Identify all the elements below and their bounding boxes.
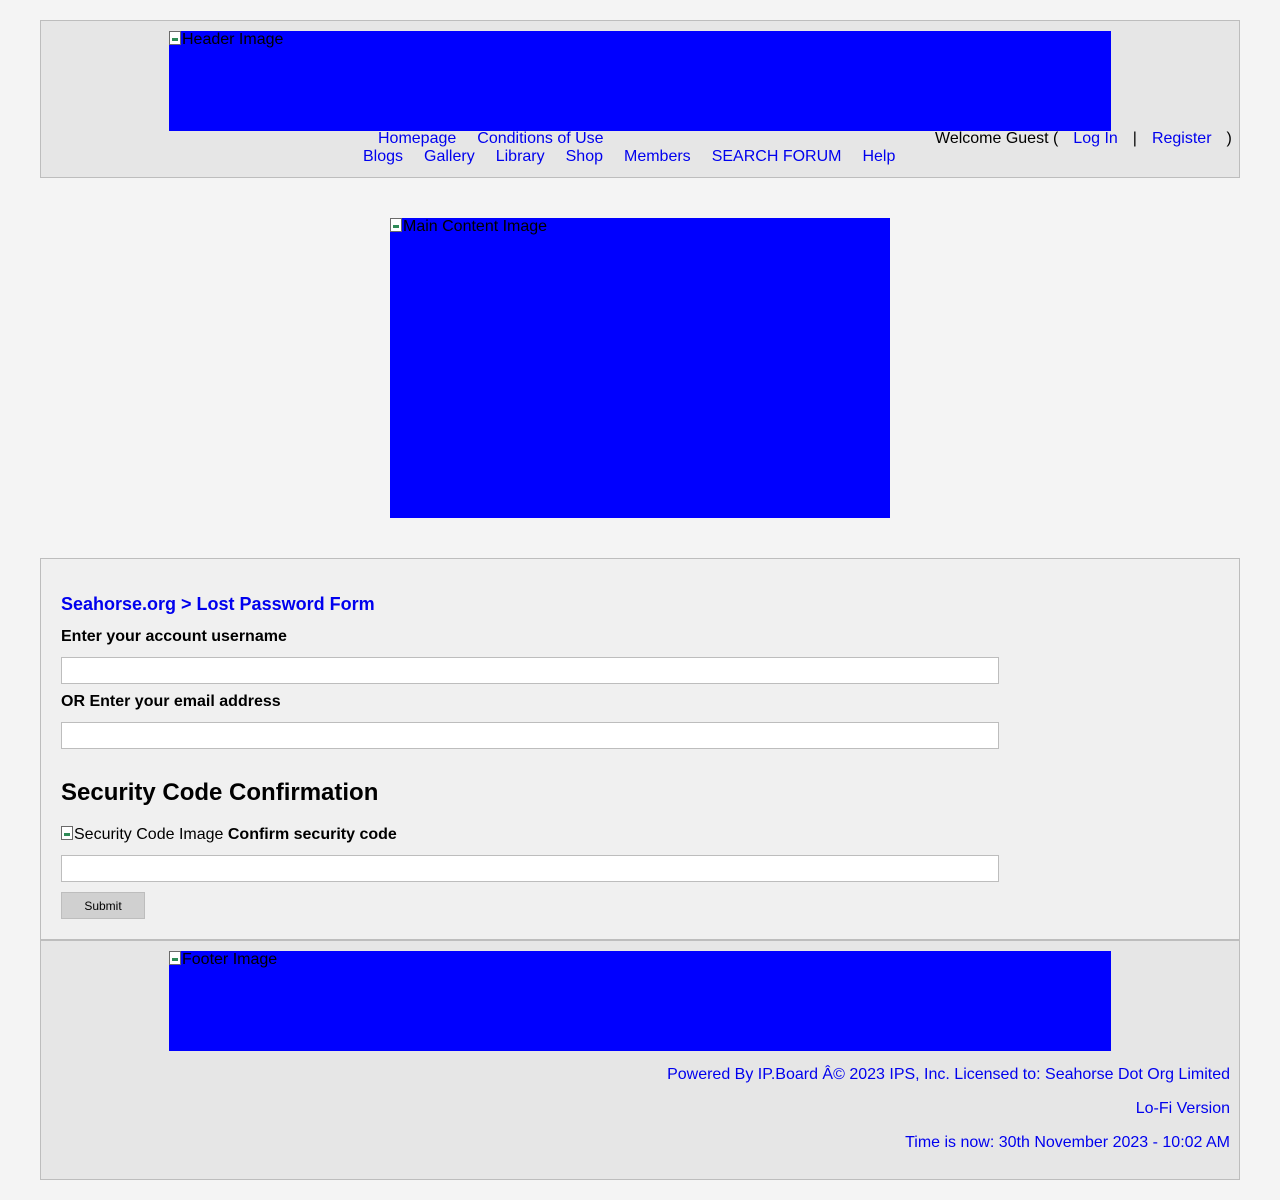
nav-blogs-link[interactable]: Blogs — [363, 148, 403, 165]
userbar-separator: | — [1132, 130, 1137, 147]
security-code-row: Security Code Image Confirm security cod… — [61, 825, 397, 845]
nav-shop-link[interactable]: Shop — [566, 148, 603, 165]
register-link[interactable]: Register — [1152, 130, 1212, 147]
nav-search-forum-link[interactable]: SEARCH FORUM — [712, 148, 842, 165]
primary-nav: Homepage Conditions of Use — [378, 130, 625, 148]
footer-image: Footer Image — [169, 951, 1111, 1051]
breadcrumb-title[interactable]: Seahorse.org > Lost Password Form — [61, 593, 375, 615]
nav-conditions-link[interactable]: Conditions of Use — [477, 130, 603, 147]
nav-members-link[interactable]: Members — [624, 148, 691, 165]
userbar-close-paren: ) — [1226, 130, 1232, 147]
broken-image-icon — [169, 31, 181, 45]
confirm-code-label: Confirm security code — [227, 826, 397, 843]
footer-image-alt: Footer Image — [182, 951, 278, 968]
security-heading: Security Code Confirmation — [61, 779, 379, 806]
username-label: Enter your account username — [61, 628, 287, 645]
submit-button[interactable]: Submit — [61, 892, 145, 919]
time-now-link[interactable]: Time is now: 30th November 2023 - 10:02 … — [905, 1133, 1230, 1153]
powered-by-link[interactable]: Powered By IP.Board Â© 2023 IPS, Inc. Li… — [667, 1065, 1230, 1085]
broken-image-icon — [61, 826, 73, 840]
nav-homepage-link[interactable]: Homepage — [378, 130, 456, 147]
user-bar: Welcome Guest ( Log In | Register) — [935, 130, 1232, 148]
email-input[interactable] — [61, 722, 999, 749]
lost-password-panel: Seahorse.org > Lost Password Form Enter … — [40, 558, 1240, 940]
broken-image-icon — [169, 951, 181, 965]
broken-image-icon — [390, 218, 402, 232]
secondary-nav: Blogs Gallery Library Shop Members SEARCH FOR… — [363, 148, 916, 166]
lofi-version-link[interactable]: Lo-Fi Version — [1136, 1099, 1230, 1119]
site-header: Header Image Homepage Conditions of Use B… — [40, 20, 1240, 178]
login-link[interactable]: Log In — [1073, 130, 1117, 147]
site-footer: Footer Image Powered By IP.Board Â© 2023… — [40, 940, 1240, 1180]
main-image-alt: Main Content Image — [403, 218, 548, 235]
header-image-alt: Header Image — [182, 31, 284, 48]
header-image: Header Image — [169, 31, 1111, 131]
nav-gallery-link[interactable]: Gallery — [424, 148, 475, 165]
security-code-input[interactable] — [61, 855, 999, 882]
welcome-text: Welcome Guest ( — [935, 130, 1059, 147]
nav-library-link[interactable]: Library — [496, 148, 545, 165]
email-label: OR Enter your email address — [61, 693, 281, 710]
nav-help-link[interactable]: Help — [862, 148, 895, 165]
username-input[interactable] — [61, 657, 999, 684]
security-code-image: Security Code Image — [74, 826, 224, 843]
main-content-image: Main Content Image — [390, 218, 890, 518]
